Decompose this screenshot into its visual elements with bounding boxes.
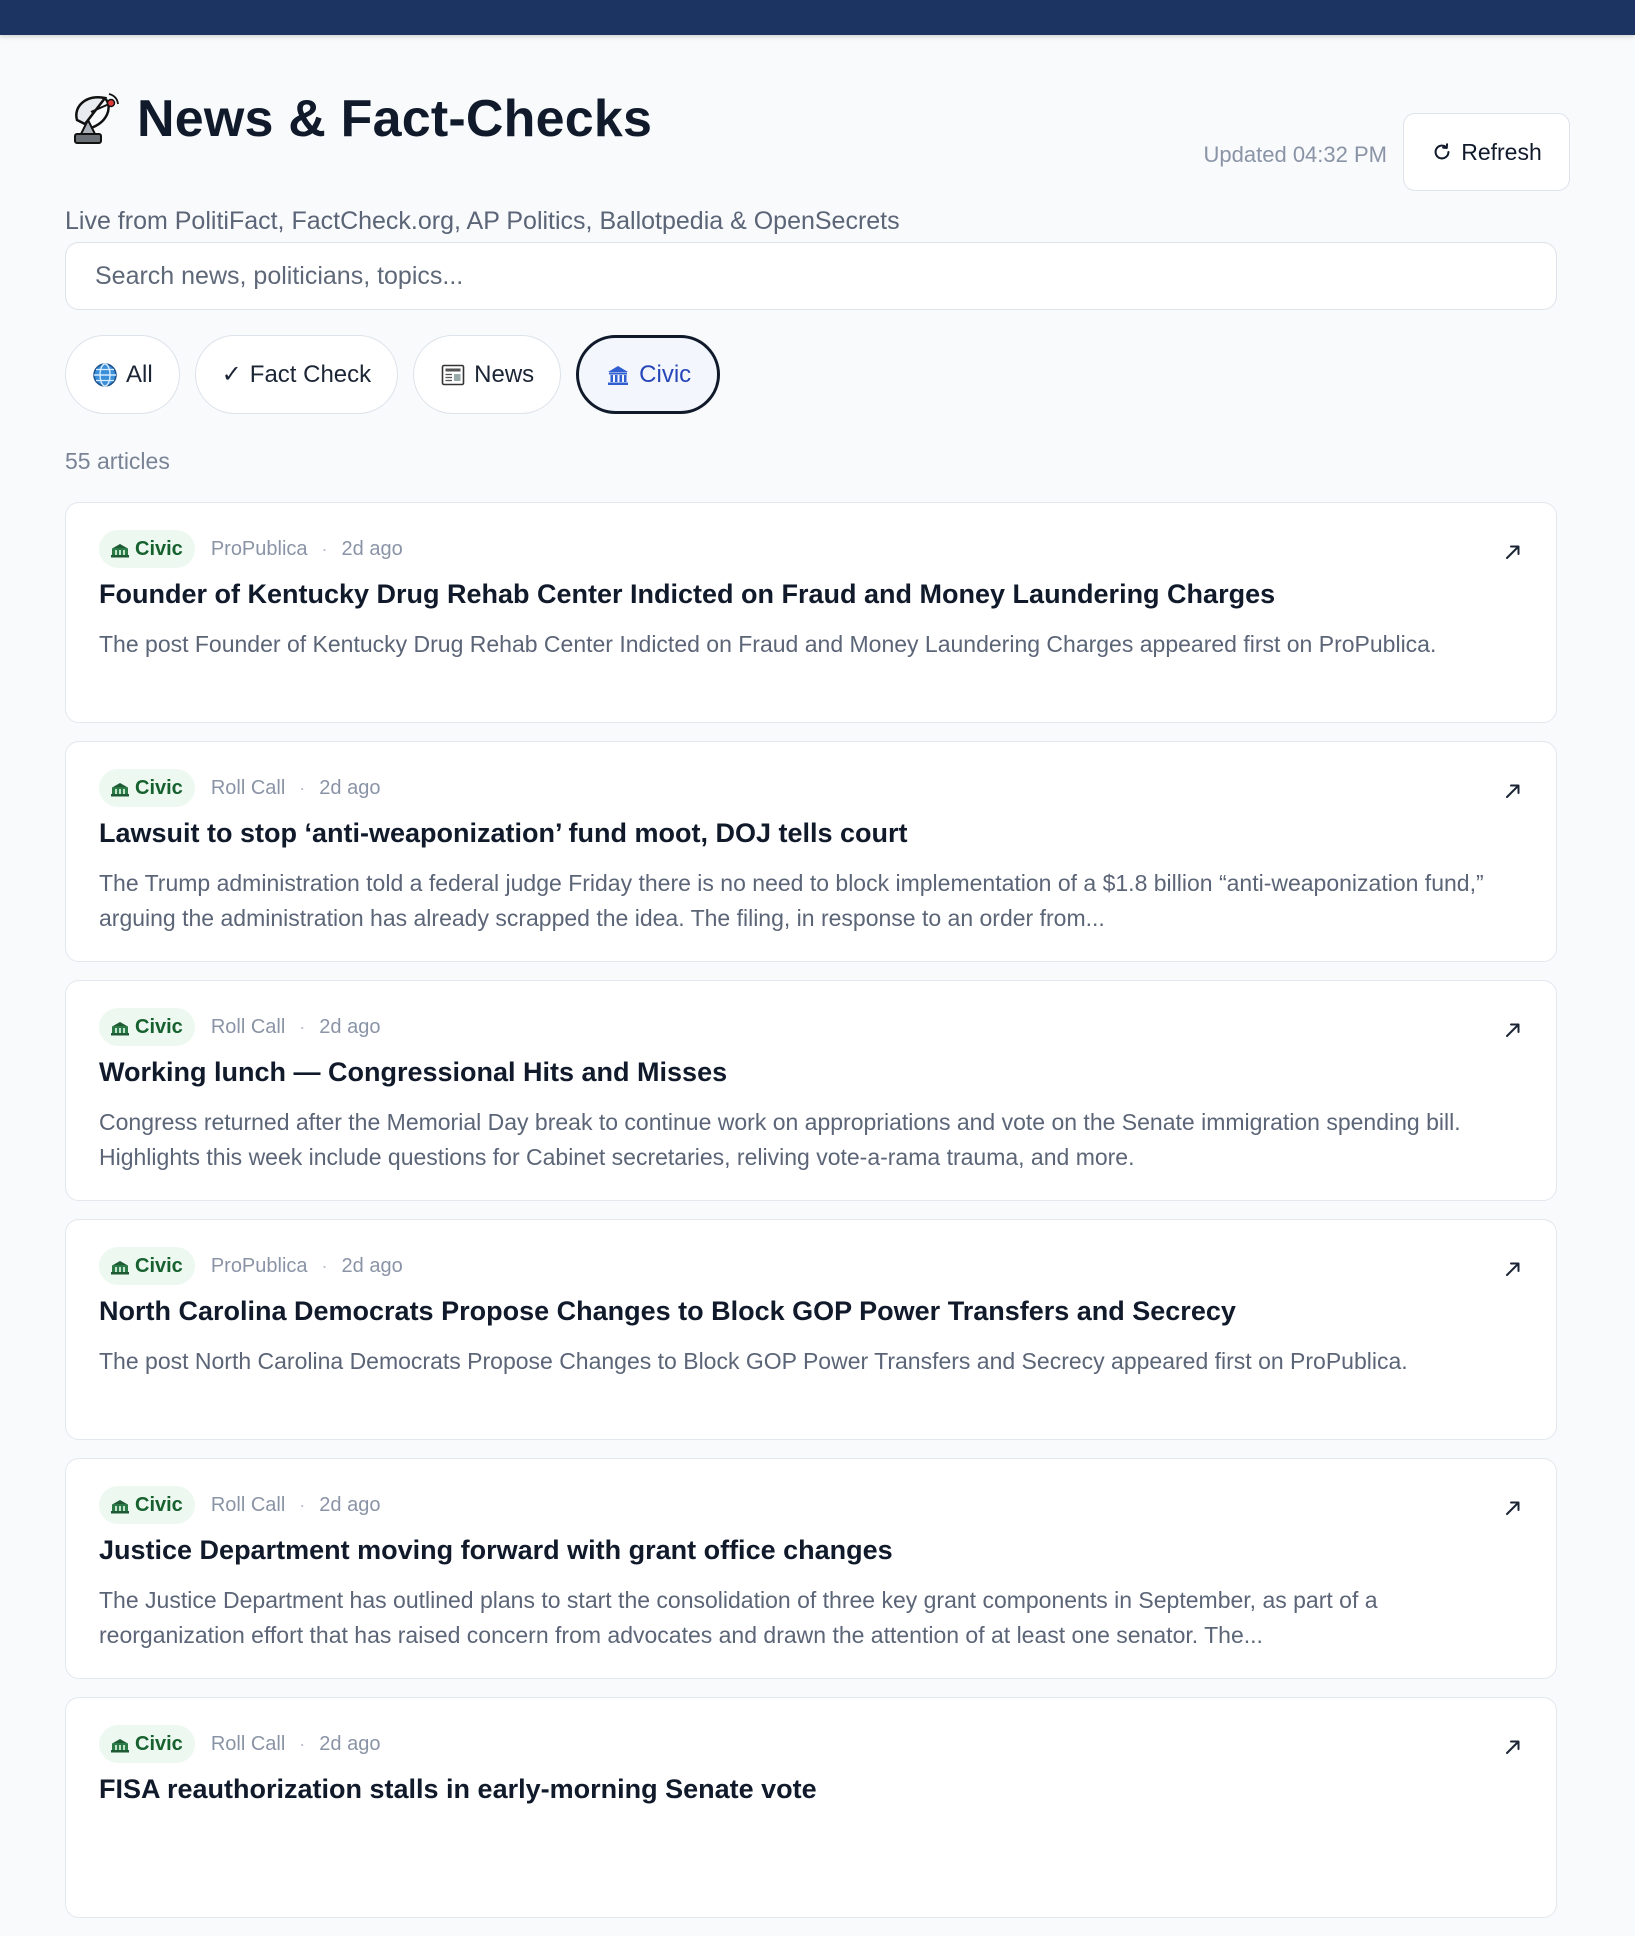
article-source: ProPublica <box>210 537 308 560</box>
title-row: News & Fact-Checks <box>65 89 652 149</box>
refresh-button[interactable]: Refresh <box>1403 113 1570 191</box>
article-description: The Justice Department has outlined plan… <box>99 1587 1378 1648</box>
article-time: 2d ago <box>319 1732 381 1755</box>
article-description: The post North Carolina Democrats Propos… <box>99 1348 1408 1374</box>
article-title[interactable]: FISA reauthorization stalls in early-mor… <box>99 1774 1496 1805</box>
external-link-icon[interactable] <box>1502 1258 1524 1280</box>
checkmark-icon: ✓ <box>221 361 242 388</box>
building-icon <box>608 365 629 385</box>
civic-badge-icon <box>111 544 129 558</box>
newspaper-icon <box>441 364 465 385</box>
filter-news[interactable]: News <box>413 335 562 414</box>
category-badge: Civic <box>99 1486 195 1524</box>
refresh-label: Refresh <box>1461 138 1542 165</box>
article-title[interactable]: Lawsuit to stop ‘anti-weaponization’ fun… <box>99 818 1496 849</box>
search-input[interactable] <box>65 242 1557 310</box>
article-source: Roll Call <box>210 1015 286 1038</box>
article-time: 2d ago <box>341 537 403 560</box>
article-title[interactable]: Justice Department moving forward with g… <box>99 1535 1496 1566</box>
filter-all[interactable]: All <box>65 335 180 414</box>
article-meta: Civic Roll Call · 2d ago <box>99 1008 380 1046</box>
article-card[interactable]: Civic Roll Call · 2d ago Justice Department … <box>65 1458 1557 1679</box>
external-link-icon[interactable] <box>1502 1497 1524 1519</box>
article-card[interactable]: Civic ProPublica · 2d ago North Carolina Dem… <box>65 1219 1557 1440</box>
filter-all-label: All <box>126 360 153 388</box>
meta-separator: · <box>299 1733 306 1754</box>
filter-civic[interactable]: Civic <box>576 335 721 414</box>
filter-chips: All ✓ Fact Check News Civic <box>65 335 721 414</box>
article-title[interactable]: Founder of Kentucky Drug Rehab Center In… <box>99 579 1496 610</box>
category-label: Civic <box>135 1732 183 1755</box>
article-count: 55 articles <box>65 448 170 474</box>
category-label: Civic <box>135 537 183 560</box>
article-time: 2d ago <box>341 1254 403 1277</box>
article-title[interactable]: Working lunch — Congressional Hits and M… <box>99 1057 1496 1088</box>
meta-separator: · <box>299 1016 306 1037</box>
article-time: 2d ago <box>319 776 381 799</box>
civic-badge-icon <box>111 1261 129 1275</box>
article-description: The post Founder of Kentucky Drug Rehab … <box>99 631 1437 657</box>
updated-timestamp: Updated 04:32 PM <box>1203 142 1387 167</box>
article-card[interactable]: Civic Roll Call · 2d ago Working lunch — Con… <box>65 980 1557 1201</box>
meta-separator: · <box>299 777 306 798</box>
article-source: Roll Call <box>210 1493 286 1516</box>
article-card[interactable]: Civic ProPublica · 2d ago Founder of Kentuck… <box>65 502 1557 723</box>
meta-separator: · <box>299 1494 306 1515</box>
article-source: Roll Call <box>210 1732 286 1755</box>
external-link-icon[interactable] <box>1502 1736 1524 1758</box>
filter-fact-check[interactable]: ✓ Fact Check <box>194 335 399 414</box>
satellite-dish-icon <box>65 90 123 148</box>
page-header: News & Fact-Checks Updated 04:32 PM Refr… <box>0 35 1635 235</box>
article-meta: Civic Roll Call · 2d ago <box>99 1725 380 1763</box>
filter-fact-check-label: Fact Check <box>249 360 372 388</box>
globe-icon <box>93 362 117 387</box>
article-description: Congress returned after the Memorial Day… <box>99 1109 1461 1170</box>
category-badge: Civic <box>99 769 195 807</box>
article-card[interactable]: Civic Roll Call · 2d ago Lawsuit to stop ‘an… <box>65 741 1557 962</box>
external-link-icon[interactable] <box>1502 541 1524 563</box>
article-meta: Civic Roll Call · 2d ago <box>99 1486 380 1524</box>
page-title: News & Fact-Checks <box>137 90 653 148</box>
article-description: The Trump administration told a federal … <box>99 870 1484 931</box>
external-link-icon[interactable] <box>1502 1019 1524 1041</box>
article-meta: Civic ProPublica · 2d ago <box>99 530 403 568</box>
article-source: Roll Call <box>210 776 286 799</box>
category-label: Civic <box>135 1493 183 1516</box>
filter-news-label: News <box>474 360 535 388</box>
category-badge: Civic <box>99 1725 195 1763</box>
article-meta: Civic Roll Call · 2d ago <box>99 769 380 807</box>
civic-badge-icon <box>111 783 129 797</box>
top-bar <box>0 0 1635 35</box>
external-link-icon[interactable] <box>1502 780 1524 802</box>
category-label: Civic <box>135 1015 183 1038</box>
article-time: 2d ago <box>319 1015 381 1038</box>
meta-separator: · <box>321 1255 328 1276</box>
article-card[interactable]: Civic Roll Call · 2d ago FISA reauthorizatio… <box>65 1697 1557 1918</box>
civic-badge-icon <box>111 1022 129 1036</box>
article-title[interactable]: North Carolina Democrats Propose Changes… <box>99 1296 1496 1327</box>
page-subtitle: Live from PolitiFact, FactCheck.org, AP … <box>65 207 900 235</box>
article-time: 2d ago <box>319 1493 381 1516</box>
filter-civic-label: Civic <box>639 360 692 388</box>
category-label: Civic <box>135 1254 183 1277</box>
civic-badge-icon <box>111 1500 129 1514</box>
category-label: Civic <box>135 776 183 799</box>
civic-badge-icon <box>111 1739 129 1753</box>
category-badge: Civic <box>99 530 195 568</box>
article-source: ProPublica <box>210 1254 308 1277</box>
category-badge: Civic <box>99 1008 195 1046</box>
category-badge: Civic <box>99 1247 195 1285</box>
meta-separator: · <box>321 538 328 559</box>
refresh-icon <box>1434 143 1450 160</box>
article-list: Civic ProPublica · 2d ago Founder of Kentuck… <box>65 502 1557 1936</box>
article-meta: Civic ProPublica · 2d ago <box>99 1247 403 1285</box>
